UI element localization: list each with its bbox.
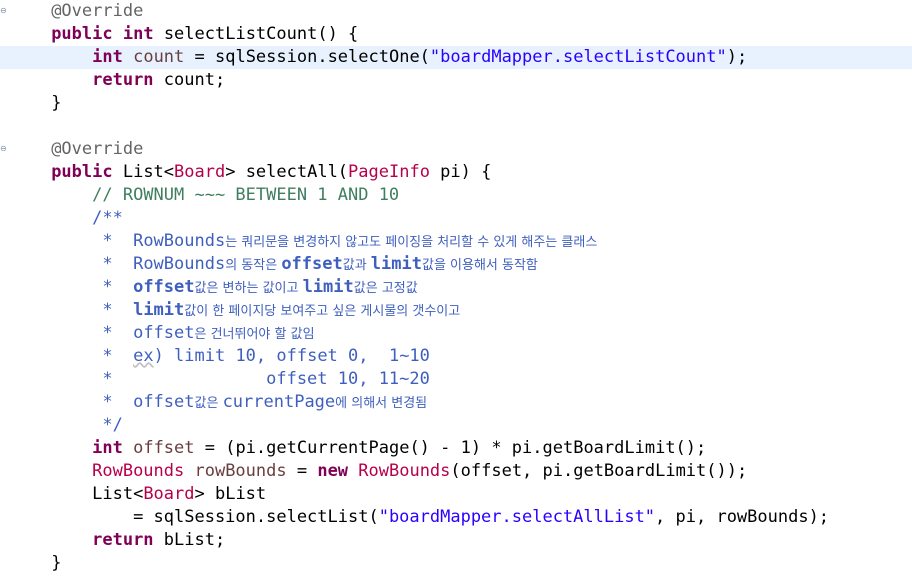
code-text: = [286,461,318,481]
javadoc-text: offset [133,277,195,297]
string-literal: "boardMapper.selectListCount" [429,47,727,67]
code-text: List< [92,484,144,504]
javadoc-text: offset [281,254,343,274]
keyword: return [92,70,154,90]
type-name: Board [143,484,195,504]
code-text: , pi, rowBounds); [655,507,830,527]
keyword: public [51,24,113,44]
type-name: Board [174,162,226,182]
keyword: int [122,24,154,44]
javadoc-star: * [92,392,134,412]
code-text: ); [726,47,748,67]
code-text: List< [112,162,175,182]
javadoc-text: currentPage [222,392,336,412]
code-line-current: int count = sqlSession.selectOne("boardM… [0,46,912,69]
code-line: /** [0,207,912,230]
code-text: pi) { [429,162,492,182]
code-line: * ex) limit 10, offset 0, 1~10 [0,345,912,368]
code-line: * offset 10, 11~20 [0,368,912,391]
javadoc-text: 값은 변하는 값이고 [194,281,303,296]
code-line: return count; [0,69,912,92]
code-text: (offset, pi.getBoardLimit()); [450,461,748,481]
javadoc-text: 는 쿼리문을 변경하지 않고도 페이징을 처리할 수 있게 해주는 클래스 [225,235,598,250]
variable: offset [133,438,195,458]
code-line: return bList; [0,529,912,552]
code-line: */ [0,414,912,437]
code-line: * offset값은 currentPage에 의해서 변경됨 [0,391,912,414]
javadoc-open: /** [92,208,123,228]
code-text: = sqlSession.selectList( [133,507,379,527]
javadoc-text: 은 건너뛰어야 할 값임 [194,327,315,342]
code-line: = sqlSession.selectList("boardMapper.sel… [0,506,912,529]
code-line: * offset은 건너뛰어야 할 값임 [0,322,912,345]
keyword: new [317,461,349,481]
code-line: RowBounds rowBounds = new RowBounds(offs… [0,460,912,483]
variable: count [133,47,185,67]
code-line: // ROWNUM ~~~ BETWEEN 1 AND 10 [0,184,912,207]
code-text: count; [153,70,226,90]
javadoc-close: */ [92,415,123,435]
code-line: @Override [0,0,912,23]
javadoc-text: 값과 [342,258,371,273]
code-line: } [0,552,912,575]
brace: } [51,553,62,573]
keyword: public [51,162,113,182]
code-line: * RowBounds는 쿼리문을 변경하지 않고도 페이징을 처리할 수 있게… [0,230,912,253]
javadoc-text: limit [133,300,185,320]
javadoc-star: * [92,277,134,297]
code-line: @Override [0,138,912,161]
javadoc-text: ex [133,346,154,366]
code-text: = (pi.getCurrentPage() - 1) * pi.getBoar… [194,438,707,458]
line-comment: // ROWNUM ~~~ BETWEEN 1 AND 10 [92,185,400,205]
annotation: @Override [51,139,144,159]
javadoc-text: RowBounds [133,254,226,274]
code-line: * limit값이 한 페이지당 보여주고 싶은 게시물의 갯수이고 [0,299,912,322]
code-text: bList; [153,530,226,550]
annotation: @Override [51,1,144,21]
brace: } [51,93,62,113]
code-line: * RowBounds의 동작은 offset값과 limit값을 이용해서 동… [0,253,912,276]
javadoc-star: * [92,346,134,366]
keyword: int [92,47,123,67]
method-signature: selectListCount() { [153,24,359,44]
string-literal: "boardMapper.selectAllList" [378,507,656,527]
code-line: public int selectListCount() { [0,23,912,46]
code-line: int offset = (pi.getCurrentPage() - 1) *… [0,437,912,460]
javadoc-star: * [92,231,134,251]
javadoc-text: 값이 한 페이지당 보여주고 싶은 게시물의 갯수이고 [184,304,461,319]
javadoc-text: 에 의해서 변경됨 [335,396,428,411]
javadoc-star: * [92,300,134,320]
javadoc-star: * [92,254,134,274]
javadoc-text: limit [302,277,354,297]
keyword: int [92,438,123,458]
code-text: = sqlSession.selectOne( [184,47,430,67]
javadoc-text: 값은 고정값 [353,281,418,296]
keyword: return [92,530,154,550]
javadoc-text: RowBounds [133,231,226,251]
javadoc-text: 값을 이용해서 동작함 [421,258,538,273]
code-text: > bList [194,484,267,504]
javadoc-star: * [92,323,134,343]
type-name: PageInfo [348,162,430,182]
type-name: RowBounds [92,461,185,481]
javadoc-text: 값은 [194,396,223,411]
javadoc-text: offset [133,323,195,343]
variable: rowBounds [184,461,287,481]
javadoc-text: offset [133,392,195,412]
code-line: * offset값은 변하는 값이고 limit값은 고정값 [0,276,912,299]
javadoc-text: ) limit 10, offset 0, 1~10 [153,346,430,366]
code-line: List<Board> bList [0,483,912,506]
javadoc-text: limit [370,254,422,274]
code-line: public List<Board> selectAll(PageInfo pi… [0,161,912,184]
javadoc-text: 의 동작은 [225,258,282,273]
type-name: RowBounds [348,461,451,481]
javadoc-text: * offset 10, 11~20 [92,369,430,389]
code-text: > selectAll( [225,162,349,182]
code-line: } [0,92,912,115]
